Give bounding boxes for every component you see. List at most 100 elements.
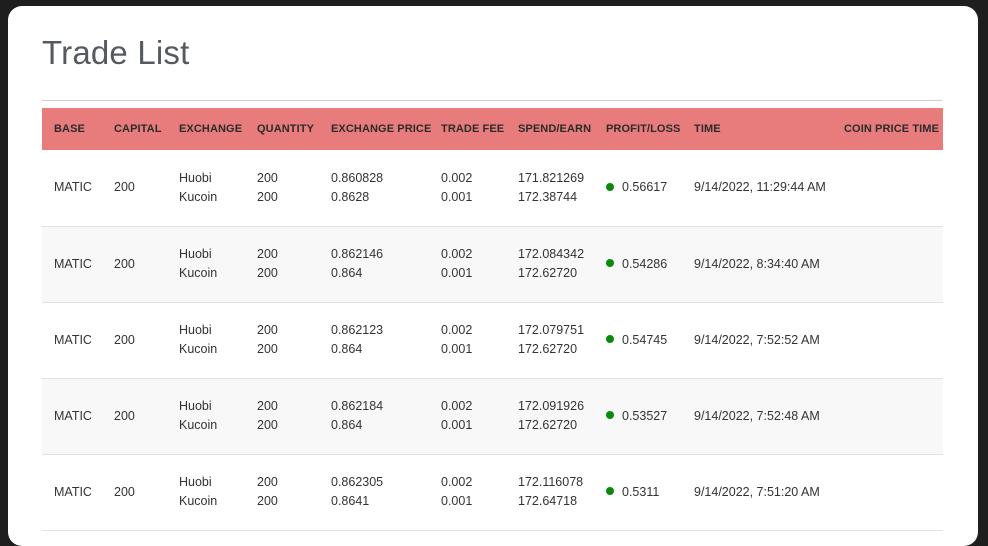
price-sell: 0.864 bbox=[331, 342, 363, 356]
exchange-buy: Huobi bbox=[179, 323, 212, 337]
header-base[interactable]: BASE bbox=[42, 108, 102, 150]
header-exchange[interactable]: EXCHANGE bbox=[167, 108, 245, 150]
trade-table: BASE CAPITAL EXCHANGE QUANTITY EXCHANGE … bbox=[42, 108, 943, 531]
cell-exchange-price: 0.862146 0.864 bbox=[319, 226, 429, 302]
earn: 172.62720 bbox=[518, 266, 578, 280]
profit-value: 0.53527 bbox=[622, 408, 668, 423]
table-row[interactable]: MATIC 200 Huobi Kucoin 200 200 0.862305 … bbox=[42, 454, 943, 530]
cell-exchange-price: 0.862305 0.8641 bbox=[319, 454, 429, 530]
cell-quantity: 200 200 bbox=[245, 454, 319, 530]
cell-quantity: 200 200 bbox=[245, 226, 319, 302]
exchange-buy: Huobi bbox=[179, 247, 212, 261]
quantity-buy: 200 bbox=[257, 323, 278, 337]
cell-time: 9/14/2022, 11:29:44 AM bbox=[694, 180, 826, 195]
fee-sell: 0.001 bbox=[441, 342, 473, 356]
header-capital[interactable]: CAPITAL bbox=[102, 108, 167, 150]
cell-profit-loss: 0.54745 bbox=[594, 302, 682, 378]
header-exchange-price[interactable]: EXCHANGE PRICE bbox=[319, 108, 431, 150]
profit-indicator-icon bbox=[606, 182, 614, 191]
spend: 171.821269 bbox=[518, 170, 585, 185]
exchange-sell: Kucoin bbox=[179, 189, 218, 204]
title-divider bbox=[42, 100, 942, 101]
cell-base: MATIC bbox=[54, 408, 92, 423]
cell-profit-loss: 0.56617 bbox=[594, 150, 682, 226]
exchange-sell: Kucoin bbox=[179, 494, 218, 508]
cell-trade-fee: 0.002 0.001 bbox=[429, 150, 506, 226]
cell-capital: 200 bbox=[114, 332, 135, 347]
cell-exchange: Huobi Kucoin bbox=[167, 454, 245, 530]
earn: 172.38744 bbox=[518, 189, 578, 204]
cell-exchange: Huobi Kucoin bbox=[167, 150, 245, 226]
exchange-sell: Kucoin bbox=[179, 342, 218, 356]
cell-spend-earn: 172.116078 172.64718 bbox=[506, 454, 594, 530]
cell-time: 9/14/2022, 8:34:40 AM bbox=[694, 256, 820, 271]
table-row[interactable]: MATIC 200 Huobi Kucoin 200 200 0.862123 … bbox=[42, 302, 943, 378]
cell-base: MATIC bbox=[54, 332, 92, 347]
profit-value: 0.54286 bbox=[622, 256, 668, 271]
header-time[interactable]: TIME bbox=[682, 108, 832, 150]
spend: 172.079751 bbox=[518, 323, 585, 337]
price-buy: 0.862123 bbox=[331, 323, 384, 337]
cell-base: MATIC bbox=[54, 180, 92, 195]
header-coin-price-time[interactable]: COIN PRICE TIME bbox=[832, 108, 943, 150]
cell-capital: 200 bbox=[114, 180, 135, 195]
table-row[interactable]: MATIC 200 Huobi Kucoin 200 200 0.860828 … bbox=[42, 150, 943, 226]
cell-profit-loss: 0.54286 bbox=[594, 226, 682, 302]
spend: 172.084342 bbox=[518, 247, 585, 261]
cell-trade-fee: 0.002 0.001 bbox=[429, 454, 506, 530]
price-sell: 0.8628 bbox=[331, 189, 370, 204]
price-sell: 0.8641 bbox=[331, 494, 370, 508]
cell-time: 9/14/2022, 7:51:20 AM bbox=[694, 484, 820, 499]
fee-buy: 0.002 bbox=[441, 323, 473, 337]
exchange-sell: Kucoin bbox=[179, 418, 218, 432]
header-profit-loss[interactable]: PROFIT/LOSS bbox=[594, 108, 682, 150]
profit-indicator-icon bbox=[606, 411, 614, 420]
header-quantity[interactable]: QUANTITY bbox=[245, 108, 319, 150]
cell-profit-loss: 0.53527 bbox=[594, 378, 682, 454]
profit-value: 0.54745 bbox=[622, 332, 668, 347]
cell-spend-earn: 172.091926 172.62720 bbox=[506, 378, 594, 454]
cell-coin-price-time bbox=[832, 150, 943, 226]
cell-base: MATIC bbox=[54, 256, 92, 271]
spend: 172.116078 bbox=[518, 475, 584, 489]
price-buy: 0.860828 bbox=[331, 170, 384, 185]
cell-time: 9/14/2022, 7:52:52 AM bbox=[694, 332, 820, 347]
cell-quantity: 200 200 bbox=[245, 302, 319, 378]
cell-spend-earn: 171.821269 172.38744 bbox=[506, 150, 594, 226]
cell-exchange-price: 0.862123 0.864 bbox=[319, 302, 429, 378]
cell-spend-earn: 172.084342 172.62720 bbox=[506, 226, 594, 302]
cell-trade-fee: 0.002 0.001 bbox=[429, 378, 506, 454]
cell-capital: 200 bbox=[114, 408, 135, 423]
earn: 172.62720 bbox=[518, 342, 578, 356]
cell-base: MATIC bbox=[54, 484, 92, 499]
price-buy: 0.862305 bbox=[331, 475, 384, 489]
cell-exchange: Huobi Kucoin bbox=[167, 226, 245, 302]
page-title: Trade List bbox=[42, 34, 190, 71]
quantity-sell: 200 bbox=[257, 266, 278, 280]
fee-sell: 0.001 bbox=[441, 266, 473, 280]
quantity-sell: 200 bbox=[257, 494, 278, 508]
quantity-buy: 200 bbox=[257, 247, 278, 261]
fee-buy: 0.002 bbox=[441, 475, 473, 489]
cell-capital: 200 bbox=[114, 484, 135, 499]
profit-value: 0.56617 bbox=[622, 180, 668, 195]
table-row[interactable]: MATIC 200 Huobi Kucoin 200 200 0.862146 … bbox=[42, 226, 943, 302]
header-trade-fee[interactable]: TRADE FEE bbox=[429, 108, 506, 150]
fee-buy: 0.002 bbox=[441, 399, 473, 413]
cell-quantity: 200 200 bbox=[245, 150, 319, 226]
fee-sell: 0.001 bbox=[441, 418, 473, 432]
table-header-row: BASE CAPITAL EXCHANGE QUANTITY EXCHANGE … bbox=[42, 108, 943, 150]
exchange-buy: Huobi bbox=[179, 475, 212, 489]
fee-buy: 0.002 bbox=[441, 247, 473, 261]
price-buy: 0.862184 bbox=[331, 399, 384, 413]
cell-capital: 200 bbox=[114, 256, 135, 271]
table-row[interactable]: MATIC 200 Huobi Kucoin 200 200 0.862184 … bbox=[42, 378, 943, 454]
cell-spend-earn: 172.079751 172.62720 bbox=[506, 302, 594, 378]
cell-quantity: 200 200 bbox=[245, 378, 319, 454]
cell-trade-fee: 0.002 0.001 bbox=[429, 226, 506, 302]
profit-indicator-icon bbox=[606, 335, 614, 344]
header-spend-earn[interactable]: SPEND/EARN bbox=[506, 108, 594, 150]
quantity-buy: 200 bbox=[257, 475, 278, 489]
spend: 172.091926 bbox=[518, 399, 585, 413]
trade-list-panel: Trade List BASE CAPITAL EXCHANGE QUANTIT… bbox=[8, 6, 978, 546]
